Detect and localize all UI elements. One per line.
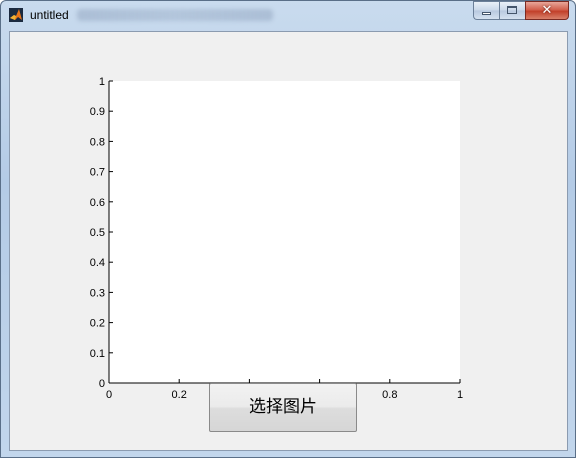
- figure-window: untitled ✕ 00.20.40.60.8100.10.20.30.40.…: [0, 0, 576, 458]
- y-tick-label: 1: [99, 76, 105, 88]
- title-bar[interactable]: untitled ✕: [1, 1, 575, 29]
- window-title: untitled: [30, 8, 69, 22]
- y-tick-label: 0.8: [90, 136, 105, 148]
- plot-area: [109, 81, 460, 383]
- matlab-icon: [9, 8, 23, 22]
- y-tick-label: 0.1: [90, 348, 105, 360]
- figure-canvas: 00.20.40.60.8100.10.20.30.40.50.60.70.80…: [9, 31, 568, 451]
- x-tick-label: 0.2: [172, 389, 187, 401]
- maximize-icon: [507, 6, 517, 14]
- close-button[interactable]: ✕: [525, 1, 569, 20]
- y-tick-label: 0.3: [90, 287, 105, 299]
- blurred-path: [77, 9, 273, 21]
- y-tick-label: 0: [99, 378, 105, 390]
- x-tick-label: 1: [457, 389, 463, 401]
- y-tick-label: 0.2: [90, 318, 105, 330]
- y-tick-label: 0.5: [90, 227, 105, 239]
- x-tick-label: 0: [106, 389, 112, 401]
- maximize-button[interactable]: [499, 1, 525, 20]
- select-image-button[interactable]: 选择图片: [209, 383, 357, 432]
- y-tick-label: 0.9: [90, 106, 105, 118]
- minimize-button[interactable]: [473, 1, 499, 20]
- close-icon: ✕: [541, 3, 553, 18]
- y-tick-label: 0.6: [90, 197, 105, 209]
- minimize-icon: [482, 12, 491, 15]
- x-tick-label: 0.8: [382, 389, 397, 401]
- y-tick-label: 0.7: [90, 167, 105, 179]
- y-tick-label: 0.4: [90, 257, 105, 269]
- window-controls: ✕: [473, 1, 569, 20]
